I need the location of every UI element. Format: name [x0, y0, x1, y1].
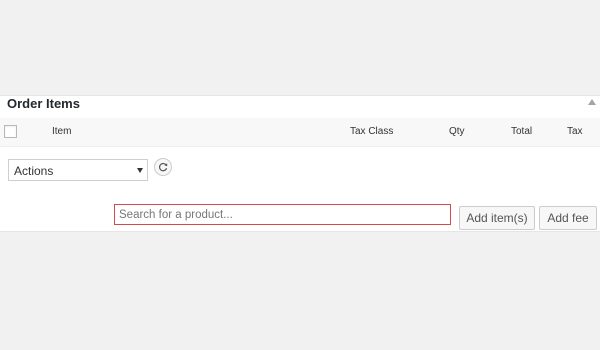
actions-select-label: Actions	[14, 164, 54, 178]
collapse-toggle-icon[interactable]	[588, 99, 596, 105]
column-tax-class: Tax Class	[350, 126, 394, 137]
add-fee-button[interactable]: Add fee	[539, 206, 597, 230]
actions-select[interactable]: Actions	[8, 159, 148, 181]
select-all-checkbox[interactable]	[4, 125, 17, 138]
panel-header: Order Items	[0, 96, 600, 118]
refresh-icon	[158, 162, 168, 172]
order-items-panel: Order Items Item Tax Class Qty Total Tax…	[0, 95, 600, 232]
caret-down-icon	[137, 168, 143, 173]
product-search-input[interactable]	[114, 204, 451, 225]
column-total: Total	[511, 126, 533, 137]
add-items-button[interactable]: Add item(s)	[459, 206, 535, 230]
column-qty: Qty	[449, 126, 465, 137]
refresh-button[interactable]	[154, 158, 172, 176]
column-tax: Tax	[567, 126, 583, 137]
panel-title: Order Items	[7, 96, 80, 111]
table-header: Item Tax Class Qty Total Tax	[0, 118, 600, 147]
column-item: Item	[52, 126, 72, 137]
